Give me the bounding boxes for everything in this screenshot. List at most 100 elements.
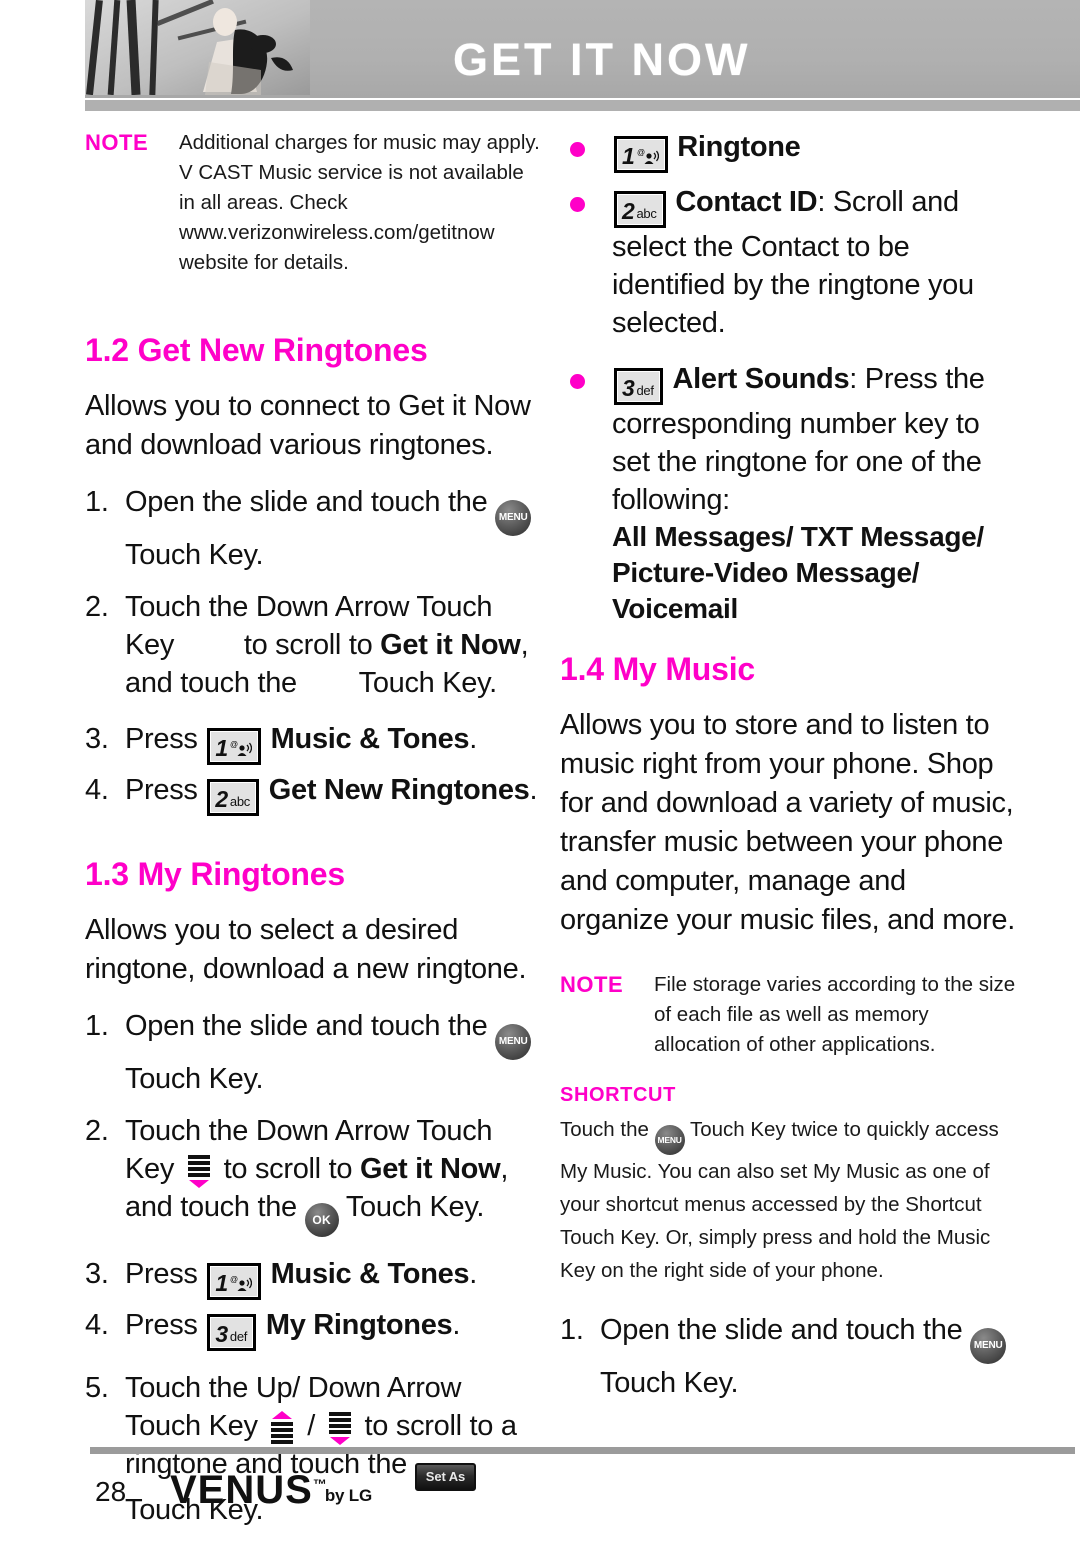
keypad-key-1-icon[interactable]: 1 @ xyxy=(207,728,261,765)
step-12-1: 1. Open the slide and touch the MENU Tou… xyxy=(85,483,540,574)
shortcut-text-pre: Touch the xyxy=(560,1118,649,1141)
brand-logo: VENUS™by LG xyxy=(170,1468,372,1513)
shortcut-text-post: Touch Key twice to quickly access My Mus… xyxy=(560,1118,999,1282)
step-number: 4. xyxy=(85,774,109,806)
right-column: 1 @ Ringtone 2 abc Contact ID: Scroll and … xyxy=(560,128,1020,1402)
svg-text:@: @ xyxy=(230,740,238,749)
key-digit: 3 xyxy=(215,1321,228,1347)
step-line2-bold: Get it Now xyxy=(380,629,521,661)
note-label: NOTE xyxy=(85,130,149,155)
step-12-3: 3. Press 1 @ Music & Tones. xyxy=(85,720,540,765)
keypad-key-2-icon[interactable]: 2 abc xyxy=(207,779,259,816)
brand-name: VENUS xyxy=(170,1468,313,1512)
page-title: GET IT NOW xyxy=(453,34,751,85)
bullet-rest: : Scroll and xyxy=(817,186,959,218)
down-arrow-touch-key-icon[interactable] xyxy=(326,1411,354,1445)
step-line2-separator: / xyxy=(307,1410,316,1442)
header-rule xyxy=(85,100,1080,111)
bullet-contact-id: 2 abc Contact ID: Scroll and xyxy=(560,183,1020,228)
step-line1: Touch the Down Arrow Touch xyxy=(125,1115,493,1147)
step-line3-a: and touch the xyxy=(125,1191,297,1223)
step-line2-a: Touch Key xyxy=(125,1410,258,1442)
alert-sounds-options-list: All Messages/ TXT Message/ Picture-Video… xyxy=(612,521,984,624)
bullet-dot-icon xyxy=(570,142,585,157)
step-12-4: 4. Press 2 abc Get New Ringtones. xyxy=(85,771,540,816)
bullet-bold-label: Contact ID xyxy=(675,186,818,218)
section-heading-get-new-ringtones: 1.2 Get New Ringtones xyxy=(85,332,428,368)
page-footer: 28 VENUS™by LG xyxy=(90,1466,690,1526)
step-period: . xyxy=(469,723,478,755)
step-13-1: 1. Open the slide and touch the MENU Tou… xyxy=(85,1007,540,1098)
section-13-intro: Allows you to select a desired ringtone,… xyxy=(85,914,527,985)
note-body: File storage varies according to the siz… xyxy=(654,973,1016,1056)
bullet-dot-icon xyxy=(570,197,585,212)
step-text-pre: Press xyxy=(125,774,198,806)
step-text-pre: Press xyxy=(125,1309,198,1341)
bullet-ringtone: 1 @ Ringtone xyxy=(560,128,1020,173)
svg-text:@: @ xyxy=(637,148,645,157)
key-digit: 2 xyxy=(622,198,635,224)
key-digit: 1 xyxy=(622,143,635,169)
key-sublabel: def xyxy=(229,1329,248,1344)
step-line2-text: to scroll to xyxy=(223,1153,353,1185)
shortcut-label: SHORTCUT xyxy=(560,1084,676,1106)
keypad-key-2-icon[interactable]: 2 abc xyxy=(614,191,666,228)
menu-touch-key-icon[interactable]: MENU xyxy=(495,1024,532,1060)
keypad-key-3-icon[interactable]: 3 def xyxy=(207,1314,257,1351)
step-text-pre: Press xyxy=(125,723,198,755)
step-line2-text: to scroll to xyxy=(243,629,373,661)
section-heading-my-music: 1.4 My Music xyxy=(560,651,756,687)
bullet-rest: : Press the xyxy=(849,363,985,395)
bullet-bold-label: Alert Sounds xyxy=(672,363,850,395)
step-line2-b: to scroll to a xyxy=(364,1410,517,1442)
bullet-dot-icon xyxy=(570,374,585,389)
key-sublabel: def xyxy=(636,383,654,398)
key-digit: 1 xyxy=(215,735,228,761)
section-heading-my-ringtones: 1.3 My Ringtones xyxy=(85,856,345,892)
ok-touch-key-icon[interactable]: OK xyxy=(304,1203,339,1237)
keypad-key-1-icon[interactable]: 1 @ xyxy=(614,136,668,173)
note-body: Additional charges for music may apply. … xyxy=(179,131,540,274)
step-number: 1. xyxy=(85,486,109,518)
key-sublabel: abc xyxy=(229,794,250,809)
menu-touch-key-icon[interactable]: MENU xyxy=(495,500,532,536)
up-arrow-touch-key-icon[interactable] xyxy=(268,1411,296,1445)
step-number: 3. xyxy=(85,1258,109,1290)
note-block-file-storage: NOTE File storage varies according to th… xyxy=(560,970,1020,1060)
key-digit: 3 xyxy=(622,375,635,401)
step-line3-b: Touch Key. xyxy=(345,1191,485,1223)
shortcut-body: Touch the MENU Touch Key twice to quickl… xyxy=(560,1113,1020,1287)
step-number: 2. xyxy=(85,591,109,623)
bullet-contact-id-continuation: select the Contact to be identified by t… xyxy=(612,231,974,339)
bullet-alert-sounds: 3 def Alert Sounds: Press the xyxy=(560,360,1020,405)
step-14-1: 1. Open the slide and touch the MENU Tou… xyxy=(560,1311,1020,1402)
step-bold-label: Music & Tones xyxy=(270,1258,470,1290)
step-text-pre: Press xyxy=(125,1258,198,1290)
step-number: 3. xyxy=(85,723,109,755)
step-line3-a: and touch the xyxy=(125,667,297,699)
section-12-intro: Allows you to connect to Get it Now and … xyxy=(85,390,531,461)
key-digit: 1 xyxy=(215,1270,228,1296)
by-lg-label: by LG xyxy=(324,1486,372,1505)
note-label: NOTE xyxy=(560,972,624,997)
menu-touch-key-icon[interactable]: MENU xyxy=(654,1125,685,1155)
down-arrow-touch-key-icon[interactable] xyxy=(185,1154,213,1188)
keypad-key-1-icon[interactable]: 1 @ xyxy=(207,1263,261,1300)
step-period: . xyxy=(469,1258,478,1290)
step-text-post: Touch Key. xyxy=(125,539,264,571)
menu-touch-key-icon[interactable]: MENU xyxy=(970,1328,1007,1364)
step-13-2: 2. Touch the Down Arrow Touch Key to scr… xyxy=(85,1112,540,1237)
step-number: 5. xyxy=(85,1372,109,1404)
step-bold-label: My Ringtones xyxy=(265,1309,453,1341)
step-bold-label: Music & Tones xyxy=(270,723,470,755)
bullet-alert-sounds-continuation: corresponding number key to set the ring… xyxy=(612,408,982,516)
section-14-intro: Allows you to store and to listen to mus… xyxy=(560,709,1016,936)
step-13-4: 4. Press 3 def My Ringtones. xyxy=(85,1306,540,1351)
step-period: . xyxy=(452,1309,461,1341)
step-line2-key: Key xyxy=(125,1153,175,1185)
step-line1: Touch the Down Arrow Touch xyxy=(125,591,493,623)
keypad-key-3-icon[interactable]: 3 def xyxy=(614,368,663,405)
step-text-pre: Open the slide and touch the xyxy=(125,486,488,518)
step-line3-b: Touch Key. xyxy=(358,667,498,699)
step-period: . xyxy=(529,774,538,806)
